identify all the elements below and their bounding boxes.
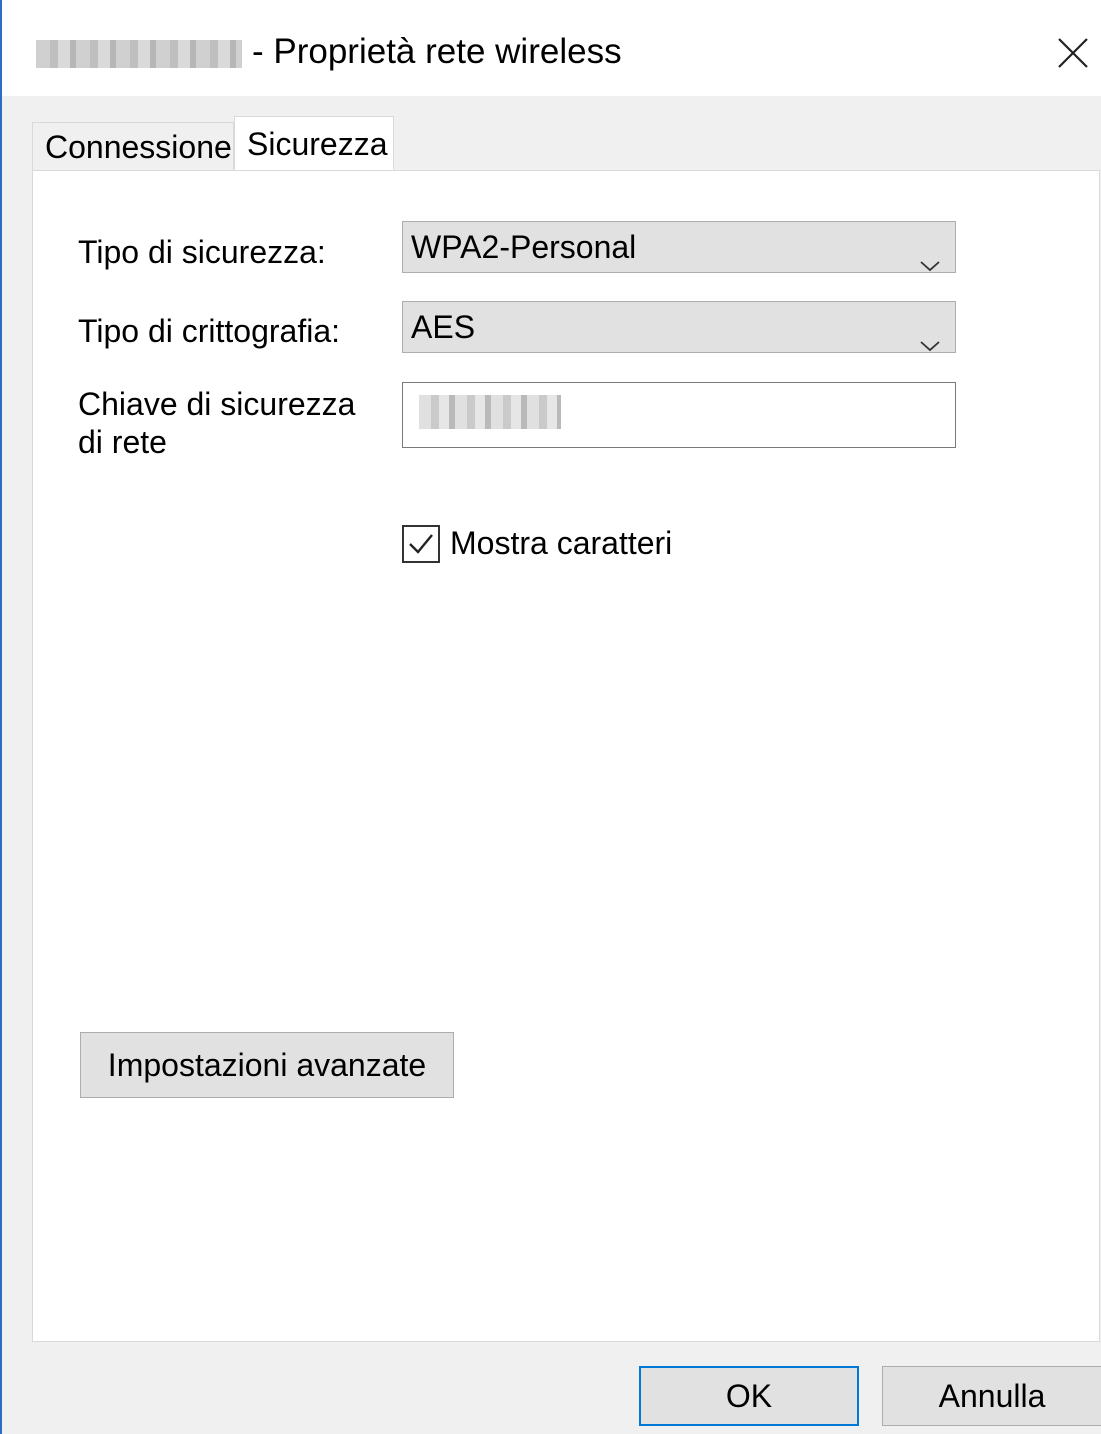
chevron-down-icon [919, 238, 941, 272]
encryption-type-label: Tipo di crittografia: [78, 313, 341, 349]
network-key-input[interactable] [402, 382, 956, 448]
cancel-button[interactable]: Annulla [882, 1366, 1101, 1426]
show-characters-label: Mostra caratteri [450, 525, 673, 561]
security-type-value: WPA2-Personal [411, 229, 637, 265]
ok-button[interactable]: OK [639, 1366, 859, 1426]
security-type-select[interactable]: WPA2-Personal [402, 221, 956, 273]
title-bar: - Proprietà rete wireless [2, 0, 1101, 96]
tab-sicurezza[interactable]: Sicurezza [234, 116, 394, 170]
advanced-settings-button[interactable]: Impostazioni avanzate [80, 1032, 454, 1098]
show-characters-checkbox[interactable] [402, 525, 440, 563]
tab-connessione[interactable]: Connessione [32, 122, 234, 170]
network-name-redacted [36, 40, 242, 68]
network-key-redacted [419, 395, 561, 429]
wireless-properties-dialog: - Proprietà rete wireless Connessione Si… [0, 0, 1101, 1434]
checkmark-icon [404, 527, 438, 561]
security-type-label: Tipo di sicurezza: [78, 234, 326, 270]
close-button[interactable] [1048, 28, 1098, 78]
chevron-down-icon [919, 318, 941, 352]
close-icon [1048, 28, 1098, 78]
network-key-label: Chiave di sicurezza di rete [78, 386, 356, 460]
window-title: - Proprietà rete wireless [252, 32, 622, 71]
encryption-type-value: AES [411, 309, 476, 345]
encryption-type-select[interactable]: AES [402, 301, 956, 353]
